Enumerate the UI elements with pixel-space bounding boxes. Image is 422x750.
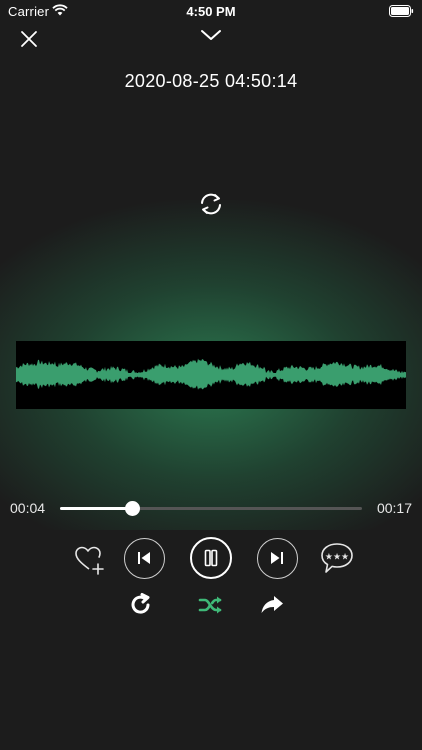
convert-button[interactable] (196, 190, 226, 218)
share-icon (261, 596, 283, 613)
waveform-shape (16, 358, 406, 390)
heart-plus-icon (75, 546, 104, 575)
recording-title: 2020-08-25 04:50:14 (124, 71, 298, 91)
waveform-graphic (16, 358, 406, 390)
skip-next-icon (271, 552, 283, 564)
speech-bubble-icon: ★★★ (321, 543, 353, 573)
pause-icon (204, 549, 218, 567)
current-time: 00:04 (10, 500, 46, 516)
refresh-icon (201, 193, 221, 215)
pause-button[interactable] (190, 537, 232, 579)
status-time: 4:50 PM (186, 4, 236, 19)
waveform-display[interactable] (16, 341, 406, 409)
favorite-button[interactable] (72, 541, 108, 577)
progress-fill (60, 507, 133, 510)
skip-previous-icon (138, 552, 150, 564)
comment-button[interactable]: ★★★ (318, 540, 356, 576)
status-bar: Carrier 4:50 PM (0, 0, 422, 22)
total-time: 00:17 (376, 500, 412, 516)
next-button[interactable] (257, 538, 298, 579)
progress-slider[interactable] (60, 501, 362, 516)
battery-icon (389, 5, 414, 17)
svg-text:★★★: ★★★ (325, 553, 349, 563)
player-screen: Carrier 4:50 PM 2020-08-25 04:50:14 00:0… (0, 0, 422, 750)
shuffle-button[interactable] (198, 592, 224, 618)
collapse-button[interactable] (198, 26, 224, 46)
previous-button[interactable] (124, 538, 165, 579)
close-button[interactable] (18, 28, 40, 50)
share-button[interactable] (259, 592, 285, 618)
chevron-down-icon (201, 30, 221, 40)
repeat-icon (131, 593, 150, 614)
close-icon (21, 31, 37, 47)
repeat-button[interactable] (128, 592, 154, 618)
shuffle-icon (198, 596, 222, 614)
